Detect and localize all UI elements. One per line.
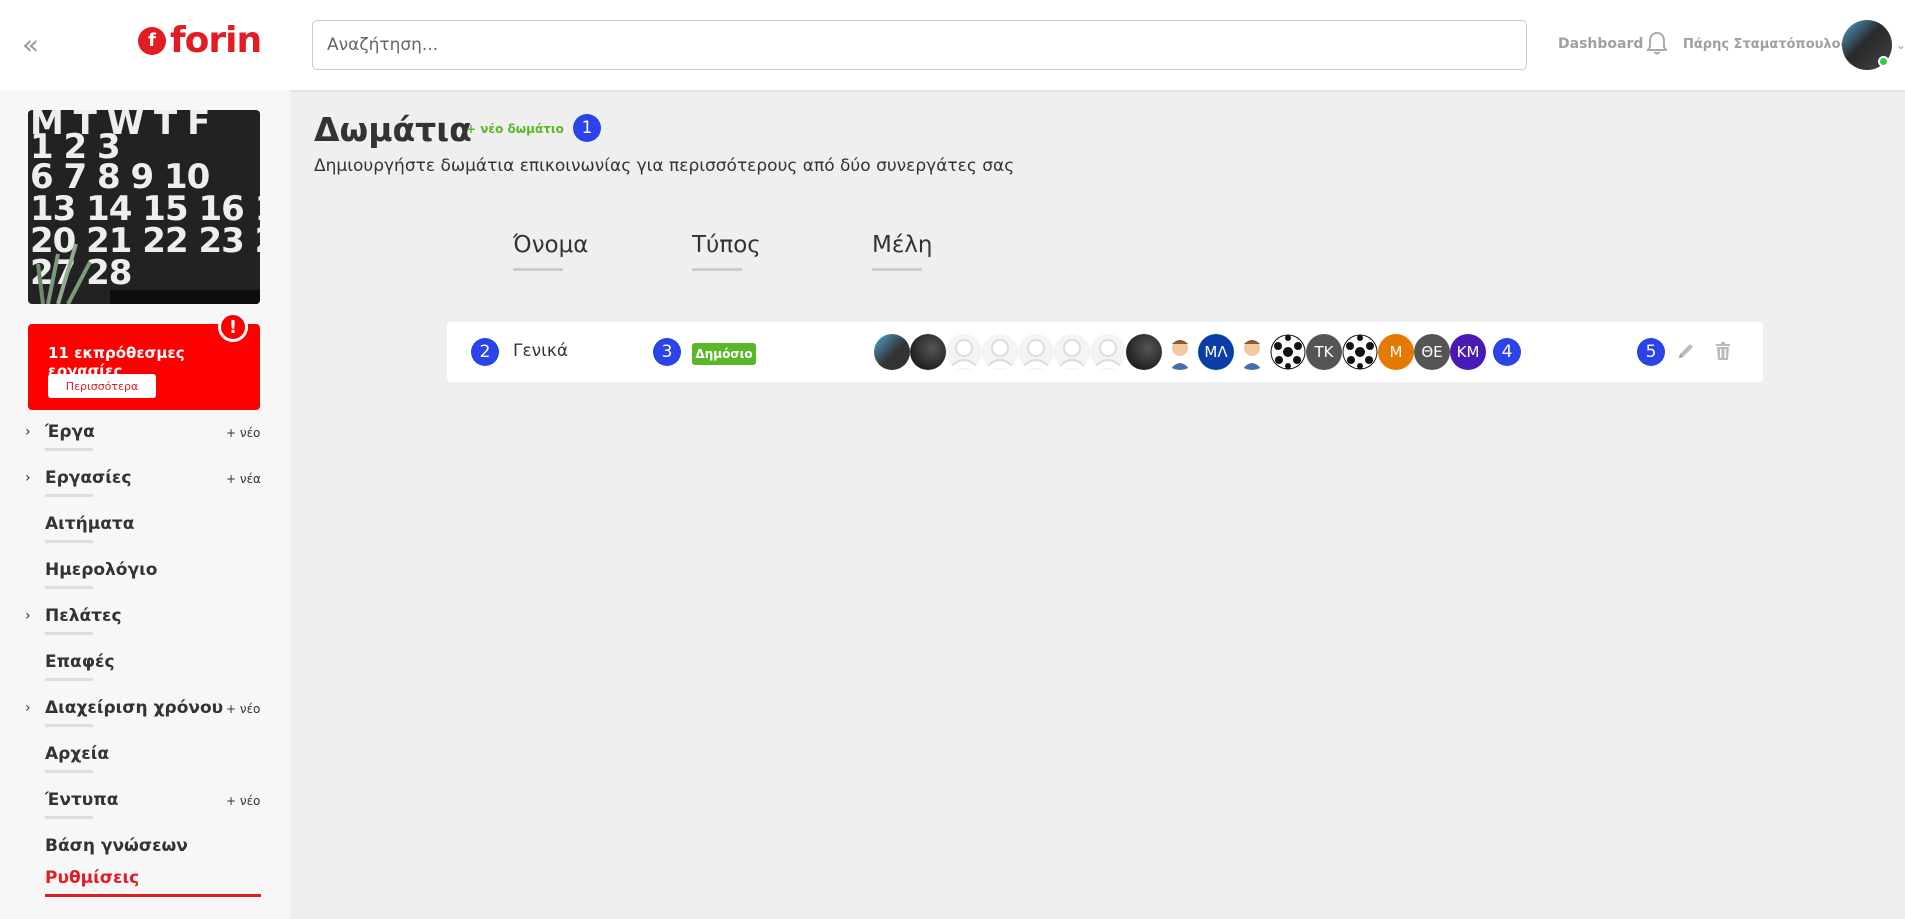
search-input[interactable] bbox=[312, 20, 1527, 70]
chevron-right-icon[interactable]: › bbox=[25, 470, 31, 486]
member-avatar[interactable] bbox=[982, 334, 1018, 370]
exclamation-icon: ! bbox=[218, 312, 248, 342]
sidebar-item-label: Εργασίες bbox=[45, 468, 132, 488]
sidebar-item-label: Αρχεία bbox=[45, 744, 110, 764]
step-badge: 1 bbox=[573, 114, 601, 142]
pencil-icon[interactable] bbox=[1675, 340, 1697, 362]
sidebar-item-label: Αιτήματα bbox=[45, 514, 135, 534]
sidebar-item-underline bbox=[45, 494, 93, 497]
online-status-icon bbox=[1878, 56, 1889, 67]
sidebar-item-underline bbox=[45, 678, 93, 681]
pen-decoration bbox=[110, 290, 260, 304]
sidebar-item-files[interactable]: Αρχεία bbox=[0, 736, 290, 782]
dashboard-link[interactable]: Dashboard bbox=[1558, 36, 1643, 52]
step-badge: 2 bbox=[471, 338, 499, 366]
type-badge: Δημόσιο bbox=[692, 343, 756, 365]
sidebar-item-tasks[interactable]: › Εργασίες + νέα bbox=[0, 460, 290, 506]
chevron-right-icon[interactable]: › bbox=[25, 700, 31, 716]
sidebar-item-requests[interactable]: Αιτήματα bbox=[0, 506, 290, 552]
column-underline bbox=[692, 268, 742, 271]
page-title: Δωμάτια bbox=[314, 110, 472, 149]
member-avatar[interactable] bbox=[1018, 334, 1054, 370]
page-subtitle: Δημιουργήστε δωμάτια επικοινωνίας για πε… bbox=[314, 156, 1015, 176]
column-header-members[interactable]: Μέλη bbox=[872, 232, 932, 258]
collapse-sidebar-icon[interactable]: « bbox=[22, 31, 39, 59]
calendar-image: M T W T F 1 2 3 6 7 8 9 10 13 14 15 16 1… bbox=[28, 110, 260, 304]
logo[interactable]: f forin bbox=[138, 20, 262, 61]
sidebar-item-settings[interactable]: Ρυθμίσεις bbox=[0, 860, 290, 906]
member-avatar[interactable] bbox=[1126, 334, 1162, 370]
sidebar-item-clients[interactable]: › Πελάτες bbox=[0, 598, 290, 644]
member-avatar[interactable] bbox=[1270, 334, 1306, 370]
member-avatar[interactable]: Μ bbox=[1378, 334, 1414, 370]
column-underline bbox=[513, 268, 563, 271]
member-avatar[interactable] bbox=[946, 334, 982, 370]
sidebar: M T W T F 1 2 3 6 7 8 9 10 13 14 15 16 1… bbox=[0, 90, 290, 919]
plant-icon bbox=[36, 243, 92, 304]
sidebar-item-forms[interactable]: Έντυπα + νέο bbox=[0, 782, 290, 828]
step-badge: 4 bbox=[1493, 338, 1521, 366]
top-bar: « f forin Dashboard Πάρης Σταματόπουλος … bbox=[0, 0, 1905, 90]
member-avatar[interactable] bbox=[1162, 334, 1198, 370]
user-menu-chevron-icon[interactable]: ⌄ bbox=[1896, 38, 1905, 52]
sidebar-item-underline bbox=[45, 448, 93, 451]
column-underline bbox=[872, 268, 922, 271]
member-avatar[interactable]: ΜΛ bbox=[1198, 334, 1234, 370]
member-avatar[interactable] bbox=[1090, 334, 1126, 370]
column-header-name[interactable]: Όνομα bbox=[513, 232, 588, 258]
sidebar-item-calendar[interactable]: Ημερολόγιο bbox=[0, 552, 290, 598]
member-avatar[interactable]: ΘΕ bbox=[1414, 334, 1450, 370]
sidebar-item-underline bbox=[45, 894, 261, 897]
sidebar-item-underline bbox=[45, 770, 93, 773]
sidebar-item-underline bbox=[45, 586, 93, 589]
sidebar-item-label: Έργα bbox=[45, 422, 95, 442]
member-avatar[interactable]: ΤΚ bbox=[1306, 334, 1342, 370]
member-avatar[interactable] bbox=[1234, 334, 1270, 370]
new-room-link[interactable]: + νέο δωμάτιο bbox=[466, 122, 564, 136]
sidebar-item-contacts[interactable]: Επαφές bbox=[0, 644, 290, 690]
member-avatar[interactable]: ΚΜ bbox=[1450, 334, 1486, 370]
bell-icon[interactable] bbox=[1645, 30, 1669, 58]
sidebar-item-label: Βάση γνώσεων bbox=[45, 836, 188, 856]
column-header-type[interactable]: Τύπος bbox=[692, 232, 761, 258]
logo-text: forin bbox=[170, 20, 262, 61]
member-avatar[interactable] bbox=[874, 334, 910, 370]
user-name[interactable]: Πάρης Σταματόπουλος bbox=[1683, 37, 1848, 52]
step-badge: 3 bbox=[653, 338, 681, 366]
chevron-right-icon[interactable]: › bbox=[25, 608, 31, 624]
chevron-right-icon[interactable]: › bbox=[25, 424, 31, 440]
sidebar-item-label: Πελάτες bbox=[45, 606, 122, 626]
member-avatar[interactable] bbox=[1342, 334, 1378, 370]
sidebar-new-link[interactable]: + νέο bbox=[226, 426, 260, 440]
sidebar-item-label: Ρυθμίσεις bbox=[45, 868, 140, 888]
logo-mark-icon: f bbox=[138, 26, 166, 55]
sidebar-item-label: Επαφές bbox=[45, 652, 115, 672]
sidebar-item-underline bbox=[45, 632, 93, 635]
room-name[interactable]: Γενικά bbox=[513, 341, 568, 361]
sidebar-new-link[interactable]: + νέο bbox=[226, 702, 260, 716]
sidebar-item-label: Ημερολόγιο bbox=[45, 560, 158, 580]
sidebar-item-label: Διαχείριση χρόνου bbox=[45, 698, 224, 718]
member-avatar[interactable] bbox=[910, 334, 946, 370]
sidebar-new-link[interactable]: + νέα bbox=[226, 472, 261, 486]
member-avatar[interactable] bbox=[1054, 334, 1090, 370]
more-button[interactable]: Περισσότερα bbox=[48, 374, 156, 398]
sidebar-item-underline bbox=[45, 724, 93, 727]
trash-icon[interactable] bbox=[1712, 340, 1734, 362]
sidebar-item-underline bbox=[45, 540, 93, 543]
sidebar-item-time-management[interactable]: › Διαχείριση χρόνου + νέο bbox=[0, 690, 290, 736]
sidebar-item-label: Έντυπα bbox=[45, 790, 119, 810]
step-badge: 5 bbox=[1637, 338, 1665, 366]
sidebar-new-link[interactable]: + νέο bbox=[226, 794, 260, 808]
sidebar-item-underline bbox=[45, 816, 93, 819]
sidebar-item-projects[interactable]: › Έργα + νέο bbox=[0, 414, 290, 460]
